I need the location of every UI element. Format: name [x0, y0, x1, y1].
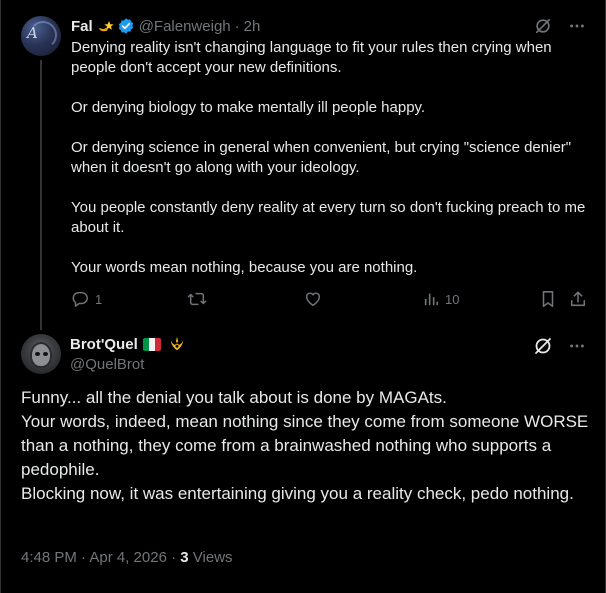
avatar[interactable]: A: [21, 16, 61, 56]
more-options-icon[interactable]: [567, 336, 587, 356]
grok-icon-svg: [535, 338, 551, 354]
tweet-paragraph: Your words mean nothing, because you are…: [71, 259, 418, 276]
grok-icon[interactable]: [533, 16, 553, 36]
parent-tweet[interactable]: A Fal @Falenweigh · 2h Denying reality i…: [1, 0, 606, 330]
tweet-paragraph: You people constantly deny reality at ev…: [71, 199, 586, 236]
tweet-action-bar: 1 10: [63, 290, 593, 310]
avatar[interactable]: [21, 334, 61, 374]
timestamp[interactable]: 4:48 PM · Apr 4, 2026: [21, 549, 167, 566]
tweet-meta: 4:48 PM · Apr 4, 2026 · 3 Views: [21, 549, 233, 566]
ellipsis-icon: [570, 344, 584, 348]
tweet-text: Denying reality isn't changing language …: [71, 38, 591, 298]
avatar-eye: [35, 352, 40, 356]
tweet-top-actions: [533, 336, 587, 356]
share-icon: [570, 291, 586, 307]
handle[interactable]: @Falenweigh: [139, 18, 231, 35]
views-label: Views: [192, 549, 233, 566]
verified-badge-icon[interactable]: [117, 17, 135, 35]
handle[interactable]: @QuelBrot: [70, 356, 186, 373]
timestamp[interactable]: 2h: [244, 18, 261, 35]
tweet-paragraph: Denying reality isn't changing language …: [71, 39, 552, 76]
retweet-icon: [187, 292, 207, 306]
bookmark-button[interactable]: [540, 290, 556, 308]
retweet-button[interactable]: [187, 290, 213, 308]
thread-line: [40, 60, 42, 330]
italy-flag-icon: [142, 337, 161, 351]
avatar-glyph: A: [27, 24, 38, 42]
tweet-header: Fal @Falenweigh · 2h: [71, 16, 260, 36]
reply-count: 1: [95, 291, 103, 307]
grok-icon-svg: [535, 18, 551, 34]
like-button[interactable]: [304, 290, 328, 308]
tweet-paragraph: Or denying biology to make mentally ill …: [71, 99, 426, 116]
heart-icon: [305, 292, 321, 307]
focused-tweet: Brot'Quel @QuelBrot Funny... all the den…: [1, 326, 606, 593]
timeline-frame: A Fal @Falenweigh · 2h Denying reality i…: [0, 0, 606, 593]
reply-button[interactable]: 1: [71, 290, 102, 308]
flag-stripe: [154, 337, 161, 351]
tweet-paragraph: Or denying science in general when conve…: [71, 139, 572, 176]
avatar-eye: [43, 352, 48, 356]
shooting-star-emoji-icon: [98, 21, 114, 32]
grok-icon[interactable]: [533, 336, 553, 356]
separator-dot: ·: [171, 549, 177, 566]
views-button[interactable]: 10: [423, 290, 459, 308]
tweet-top-actions: [533, 16, 587, 36]
more-options-icon[interactable]: [567, 16, 587, 36]
tweet-text: Funny... all the denial you talk about i…: [21, 388, 589, 503]
rebel-alliance-icon: [170, 336, 184, 351]
bookmark-icon: [542, 291, 554, 307]
avatar-mask: [30, 342, 52, 368]
views-count: 10: [445, 291, 460, 307]
tweet-header: Brot'Quel @QuelBrot: [70, 334, 186, 373]
analytics-icon: [424, 293, 439, 306]
reply-icon: [72, 291, 88, 307]
share-button[interactable]: [569, 290, 587, 308]
separator-dot: ·: [234, 17, 240, 35]
ellipsis-icon: [570, 24, 584, 28]
display-name[interactable]: Fal: [71, 18, 93, 35]
display-name[interactable]: Brot'Quel: [70, 336, 138, 353]
name-row: Brot'Quel: [70, 334, 186, 354]
views-count: 3: [180, 549, 189, 566]
